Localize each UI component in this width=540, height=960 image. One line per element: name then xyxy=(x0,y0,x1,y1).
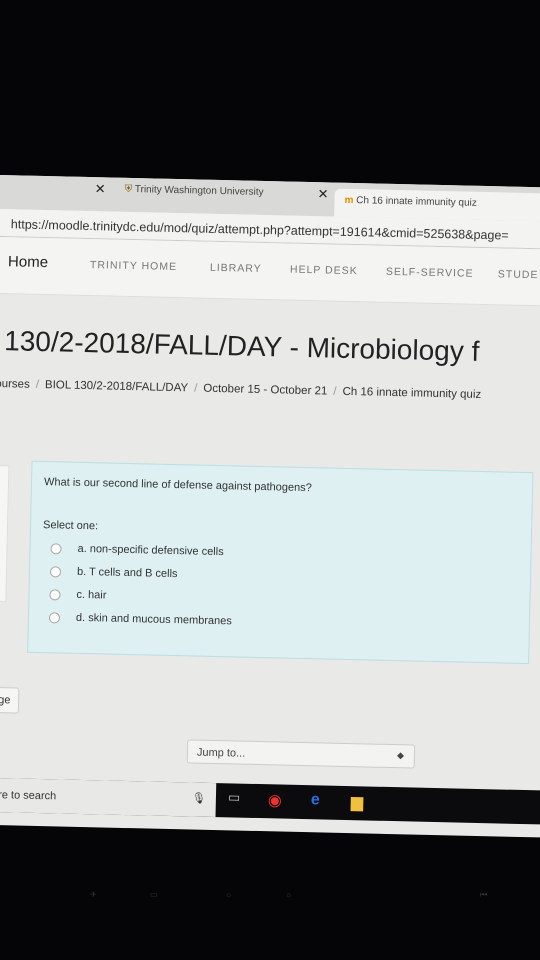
breadcrumb-courses[interactable]: ourses xyxy=(0,378,30,391)
option-label: d. skin and mucous membranes xyxy=(75,611,232,628)
page-title: 130/2-2018/FALL/DAY - Microbiology f xyxy=(3,325,480,367)
screen: ✕ ⛨ Trinity Washington University ✕ m Ch… xyxy=(0,175,540,838)
taskbar: here to search 🎙 ▭ ◉ e ▆ xyxy=(0,777,540,825)
tab-label: Trinity Washington University xyxy=(134,184,264,198)
jump-label: Jump to... xyxy=(196,746,246,760)
task-view-icon[interactable]: ▭ xyxy=(228,789,241,805)
option-label: b. T cells and B cells xyxy=(76,565,178,581)
option-d[interactable]: d. skin and mucous membranes xyxy=(48,611,232,628)
brightness-up-icon: ☼ xyxy=(285,890,293,899)
nav-self-service[interactable]: SELF-SERVICE xyxy=(386,266,474,280)
option-label: c. hair xyxy=(76,588,107,602)
option-a[interactable]: a. non-specific defensive cells xyxy=(50,542,224,559)
option-label: a. non-specific defensive cells xyxy=(77,542,224,559)
radio-icon[interactable] xyxy=(48,611,61,624)
brightness-down-icon: ☼ xyxy=(225,890,233,899)
nav-library[interactable]: LIBRARY xyxy=(210,262,262,275)
battery-icon: ▭ xyxy=(150,890,158,899)
breadcrumb-week[interactable]: October 15 - October 21 xyxy=(203,383,327,398)
search-placeholder: here to search xyxy=(0,788,57,803)
site-nav: Home TRINITY HOME LIBRARY HELP DESK SELF… xyxy=(0,236,540,307)
breadcrumb-quiz[interactable]: Ch 16 innate immunity quiz xyxy=(342,386,481,401)
close-tab-icon[interactable]: ✕ xyxy=(95,181,106,197)
breadcrumb-course[interactable]: BIOL 130/2-2018/FALL/DAY xyxy=(45,379,188,394)
moodle-icon: m xyxy=(344,194,354,207)
question-text: What is our second line of defense again… xyxy=(43,476,312,495)
airplane-mode-icon: ✈ xyxy=(90,890,97,899)
jump-to-select[interactable]: Jump to... ◆ xyxy=(186,739,416,769)
microphone-icon[interactable]: 🎙 xyxy=(192,792,206,805)
question-info-panel xyxy=(0,464,10,603)
previous-track-icon: ⏮ xyxy=(480,890,488,899)
university-crest-icon: ⛨ xyxy=(124,183,133,196)
select-label: Select one: xyxy=(42,519,99,533)
question-box: What is our second line of defense again… xyxy=(27,460,534,665)
chrome-icon[interactable]: ◉ xyxy=(268,790,282,810)
radio-icon[interactable] xyxy=(49,588,61,601)
edge-icon[interactable]: e xyxy=(311,791,320,809)
tab-label: Ch 16 innate immunity quiz xyxy=(356,195,477,209)
option-c[interactable]: c. hair xyxy=(49,588,107,602)
taskbar-search[interactable]: here to search 🎙 xyxy=(0,777,217,818)
option-b[interactable]: b. T cells and B cells xyxy=(49,565,178,581)
radio-icon[interactable] xyxy=(49,565,62,578)
select-arrows-icon: ◆ xyxy=(396,750,405,761)
breadcrumb: ourses / BIOL 130/2-2018/FALL/DAY / October … xyxy=(0,378,481,401)
file-explorer-icon[interactable]: ▆ xyxy=(351,792,364,812)
radio-icon[interactable] xyxy=(50,542,62,555)
next-page-button[interactable]: age xyxy=(0,686,20,714)
close-tab-icon[interactable]: ✕ xyxy=(317,186,328,202)
tab-trinity[interactable]: ⛨ Trinity Washington University xyxy=(125,184,264,198)
nav-trinity-home[interactable]: TRINITY HOME xyxy=(90,259,177,273)
nav-home[interactable]: Home xyxy=(8,253,48,271)
nav-student[interactable]: STUDE xyxy=(498,268,539,281)
nav-help-desk[interactable]: HELP DESK xyxy=(290,264,358,278)
